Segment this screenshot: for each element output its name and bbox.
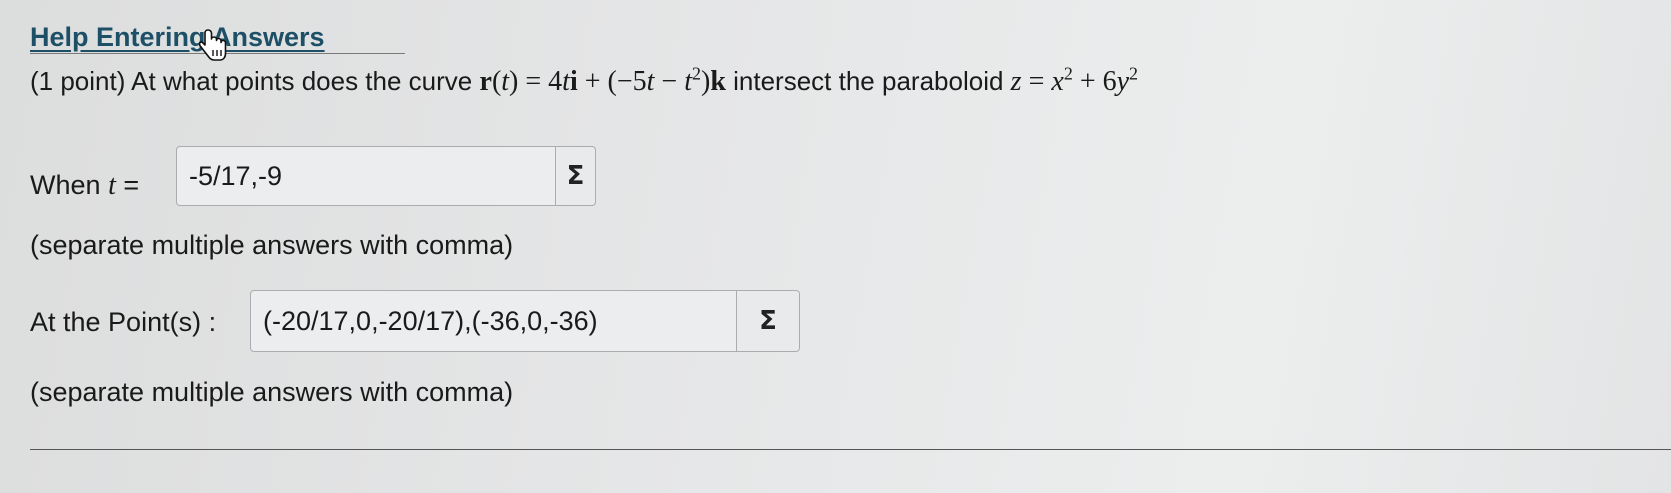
t-answer-input[interactable] <box>177 147 555 205</box>
t-label-prefix: When <box>30 170 101 200</box>
hand-pointer-icon <box>198 28 228 62</box>
question-middle: intersect the paraboloid <box>733 66 1004 96</box>
question-text: (1 point) At what points does the curve … <box>30 63 1139 98</box>
problem-divider <box>30 449 1671 450</box>
t-answer-label: When t = <box>30 170 139 202</box>
question-prefix: (1 point) At what points does the curve <box>30 66 473 96</box>
t-answer-field: Σ <box>176 146 596 206</box>
t-variable: t <box>108 170 116 201</box>
points-answer-label: At the Point(s) : <box>30 307 217 337</box>
t-answer-instructions: (separate multiple answers with comma) <box>30 230 514 260</box>
sigma-icon[interactable]: Σ <box>555 147 595 205</box>
points-answer-input[interactable] <box>251 291 736 351</box>
sigma-icon[interactable]: Σ <box>736 291 799 351</box>
paraboloid-equation: z = x2 + 6y2 <box>1010 63 1139 97</box>
t-label-equals: = <box>123 170 140 200</box>
help-entering-answers-link[interactable]: Help Entering Answers <box>30 22 325 53</box>
curve-equation: r(t) = 4ti + (−5t − t2)k <box>479 63 726 97</box>
points-answer-field: Σ <box>250 290 800 352</box>
points-answer-instructions: (separate multiple answers with comma) <box>30 377 514 407</box>
